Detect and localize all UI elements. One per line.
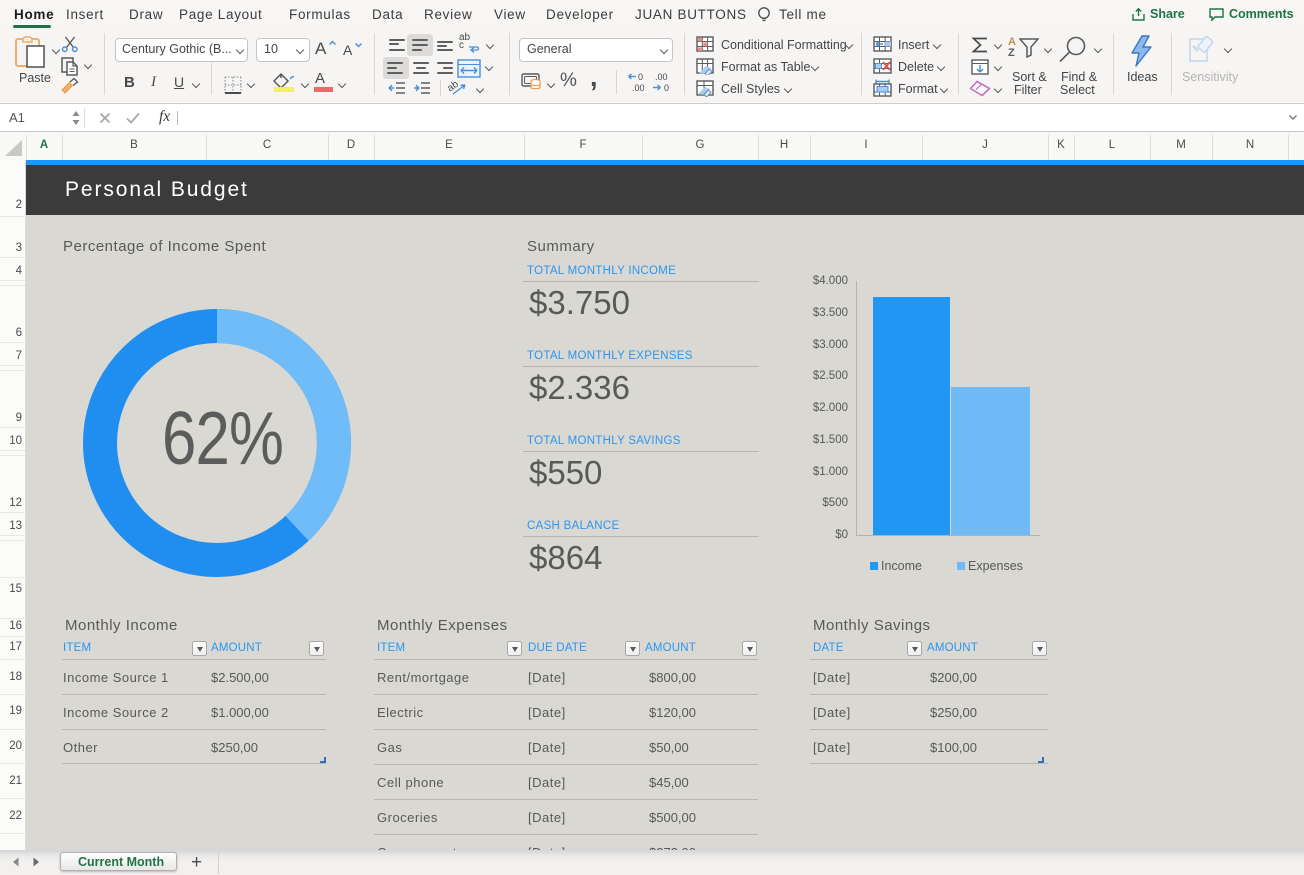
svg-text:.00: .00 (632, 83, 645, 93)
svg-text:.00: .00 (655, 72, 668, 82)
svg-text:0: 0 (664, 83, 669, 93)
svg-text:0: 0 (638, 72, 643, 82)
